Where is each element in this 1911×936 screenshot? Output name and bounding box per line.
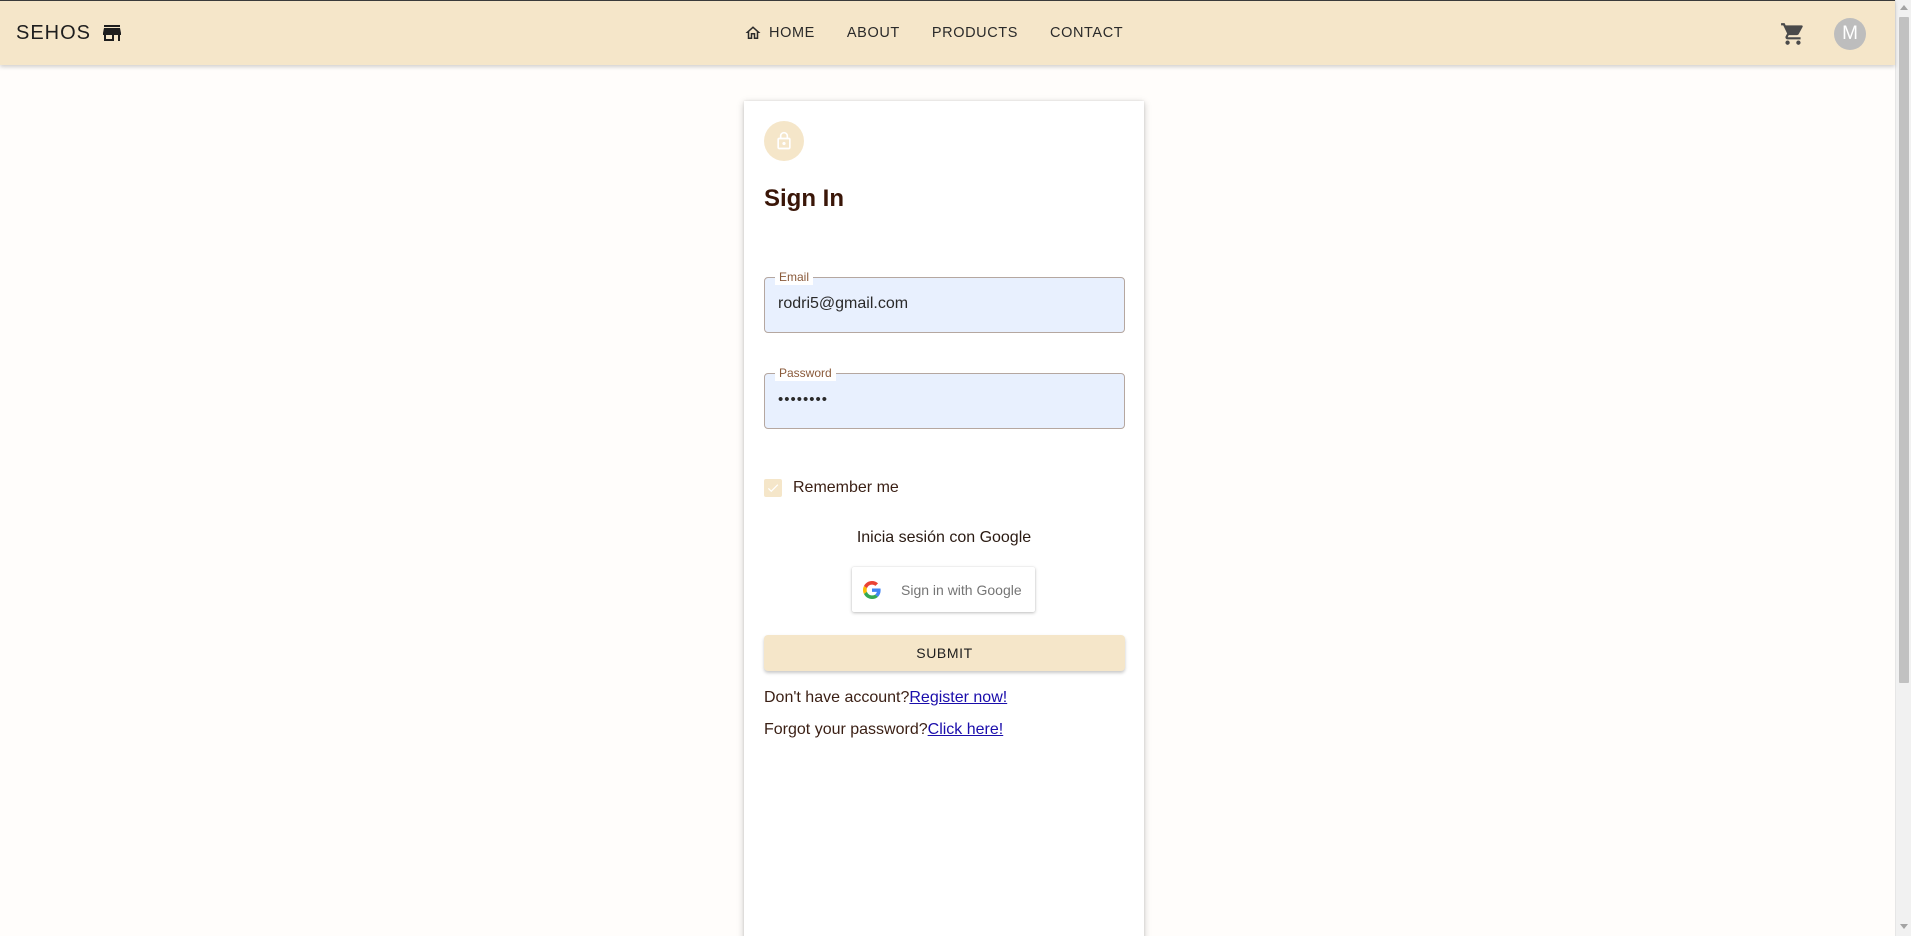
- lock-avatar: [764, 121, 804, 161]
- google-signin-label: Sign in with Google: [901, 581, 1022, 598]
- page: SEHOS HOME ABOUT PRODUCTS CONTACT M Sign…: [0, 0, 1911, 936]
- forgot-link[interactable]: Click here!: [928, 721, 1004, 738]
- app-bar: SEHOS HOME ABOUT PRODUCTS CONTACT M: [0, 0, 1895, 65]
- scroll-down-arrow-icon[interactable]: [1900, 924, 1908, 929]
- remember-label: Remember me: [793, 479, 899, 496]
- password-field[interactable]: Password: [764, 365, 1125, 429]
- nav-products-label: PRODUCTS: [931, 25, 1019, 41]
- home-icon: [745, 26, 761, 39]
- scroll-thumb[interactable]: [1899, 17, 1909, 683]
- forgot-line: Forgot your password?Click here!: [764, 721, 1003, 739]
- lock-icon: [777, 131, 791, 150]
- remember-checkbox[interactable]: [764, 479, 782, 497]
- remember-me[interactable]: Remember me: [764, 479, 899, 497]
- user-avatar[interactable]: M: [1834, 18, 1866, 50]
- page-scrollbar[interactable]: [1895, 0, 1911, 936]
- nav-contact[interactable]: CONTACT: [1034, 19, 1139, 47]
- password-input[interactable]: [778, 391, 1108, 408]
- signin-card: Sign In Email Password Remember me Inici…: [744, 101, 1144, 936]
- email-input[interactable]: [778, 295, 1108, 313]
- register-line: Don't have account?Register now!: [764, 689, 1007, 707]
- nav-about-label: ABOUT: [846, 25, 900, 41]
- google-logo-icon: [863, 580, 881, 599]
- password-label: Password: [775, 365, 836, 381]
- forgot-prompt: Forgot your password?: [764, 721, 928, 738]
- google-caption: Inicia sesión con Google: [856, 529, 1032, 546]
- google-signin-button[interactable]: Sign in with Google: [852, 567, 1035, 612]
- nav-home-label: HOME: [769, 25, 815, 41]
- email-label: Email: [775, 269, 814, 285]
- submit-button[interactable]: SUBMIT: [764, 635, 1125, 671]
- nav-about[interactable]: ABOUT: [831, 19, 916, 47]
- check-icon: [767, 484, 779, 493]
- brand[interactable]: SEHOS: [16, 21, 124, 45]
- scroll-up-arrow-icon[interactable]: [1900, 5, 1908, 10]
- nav-contact-label: CONTACT: [1050, 25, 1124, 41]
- storefront-icon: [103, 25, 122, 41]
- cart-button[interactable]: [1780, 21, 1806, 47]
- signin-title: Sign In: [764, 185, 844, 212]
- register-prompt: Don't have account?: [764, 689, 910, 706]
- shopping-cart-icon: [1781, 23, 1803, 45]
- nav-home[interactable]: HOME: [742, 19, 831, 47]
- brand-name[interactable]: SEHOS: [16, 22, 91, 45]
- nav-products[interactable]: PRODUCTS: [916, 19, 1034, 47]
- main-nav: HOME ABOUT PRODUCTS CONTACT: [742, 19, 1139, 47]
- email-field[interactable]: Email: [764, 269, 1125, 333]
- register-link[interactable]: Register now!: [909, 689, 1007, 706]
